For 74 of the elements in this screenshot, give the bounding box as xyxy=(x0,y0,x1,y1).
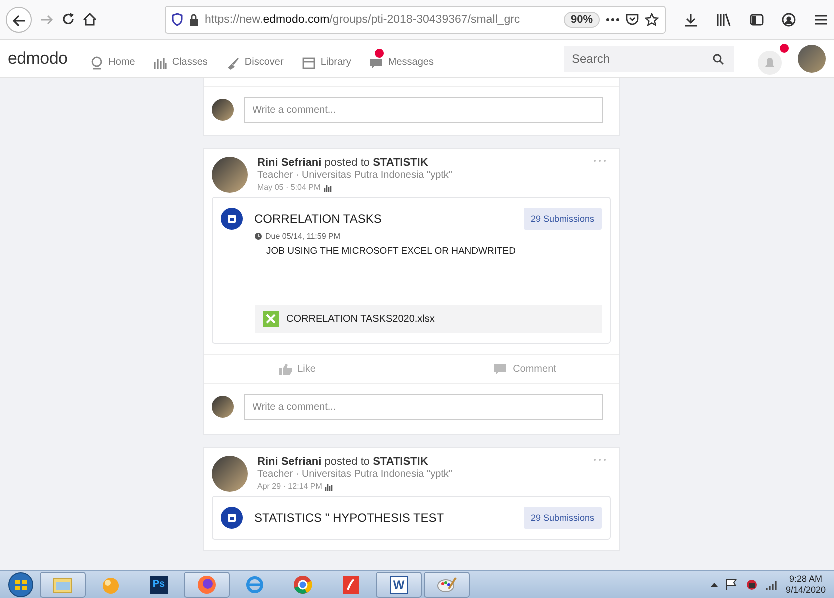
post-author-line: Rini Sefriani posted to STATISTIK xyxy=(258,456,430,468)
url-text: https://new.edmodo.com/groups/pti-2018-30439367/small_grc xyxy=(205,14,522,26)
pocket-icon[interactable] xyxy=(626,14,639,26)
download-icon[interactable] xyxy=(684,12,698,26)
chevron-up-icon[interactable] xyxy=(710,582,718,587)
shield-icon xyxy=(172,13,183,26)
taskbar-app-button[interactable] xyxy=(424,572,470,598)
document-icon xyxy=(342,574,360,594)
menu-icon[interactable] xyxy=(814,14,828,26)
nav-item[interactable]: Classes xyxy=(153,48,208,70)
due-date: Due 05/14, 11:59 PM xyxy=(266,232,341,241)
post-time: Apr 29 · 12:14 PM xyxy=(258,482,322,491)
nav-item[interactable]: Library xyxy=(302,48,352,70)
firefox-icon xyxy=(197,574,217,594)
avatar xyxy=(212,157,248,193)
nav-item[interactable]: Discover xyxy=(226,48,284,70)
signal-icon[interactable] xyxy=(766,580,778,590)
spreadsheet-icon xyxy=(262,311,278,327)
paint-palette-icon xyxy=(437,574,457,594)
nav-item[interactable]: Home xyxy=(90,48,136,70)
author-role: Teacher · Universitas Putra Indonesia "yptk" xyxy=(258,170,452,181)
assignment-icon xyxy=(220,507,242,529)
word-icon: W xyxy=(390,576,408,594)
submissions-button[interactable]: 29 Submissions xyxy=(524,208,602,230)
post-author-line: Rini Sefriani posted to STATISTIK xyxy=(258,157,430,169)
star-icon[interactable] xyxy=(645,13,659,26)
taskbar-app-button[interactable]: W xyxy=(376,572,422,598)
bell-icon xyxy=(765,56,775,68)
assignment-title[interactable]: STATISTICS " HYPOTHESIS TEST xyxy=(254,511,444,525)
avatar xyxy=(212,99,234,121)
post-time: May 05 · 5:04 PM xyxy=(258,183,321,192)
attachment-name: CORRELATION TASKS2020.xlsx xyxy=(286,314,435,324)
attachment-row[interactable]: CORRELATION TASKS2020.xlsx xyxy=(254,305,602,333)
search-field[interactable]: Search xyxy=(564,46,734,72)
clock[interactable]: 9:28 AM 9/14/2020 xyxy=(786,574,826,596)
thumbs-up-icon xyxy=(278,364,292,374)
nav-item[interactable]: Messages xyxy=(369,48,434,70)
reload-button[interactable] xyxy=(62,13,75,26)
back-button[interactable] xyxy=(6,6,32,32)
comment-field[interactable]: Write a comment... xyxy=(244,97,602,123)
more-icon[interactable] xyxy=(606,18,620,22)
chrome-icon xyxy=(293,574,313,594)
library-icon xyxy=(302,56,316,70)
e-logo-icon xyxy=(245,574,265,594)
lock-icon xyxy=(189,14,199,26)
classes-icon xyxy=(153,56,168,70)
speech-bubble-icon xyxy=(493,363,508,375)
avatar xyxy=(212,396,234,418)
account-icon[interactable] xyxy=(782,12,796,26)
assignment-description: JOB USING THE MICROSOFT EXCEL OR HANDWRITED xyxy=(266,246,517,257)
assignment-title[interactable]: CORRELATION TASKS xyxy=(254,212,382,226)
tray-app-icon[interactable] xyxy=(746,578,758,590)
avatar xyxy=(212,456,248,492)
taskbar-app-button[interactable] xyxy=(184,572,230,598)
address-bar[interactable]: https://new.edmodo.com/groups/pti-2018-30439367/small_grc 90% xyxy=(165,6,666,34)
clock-icon xyxy=(254,233,262,240)
folder-icon xyxy=(53,576,73,594)
avatar[interactable] xyxy=(798,44,826,72)
photoshop-icon: Ps xyxy=(150,576,168,594)
home-button[interactable] xyxy=(83,13,97,26)
comment-button[interactable]: Comment xyxy=(431,355,618,383)
edmodo-logo[interactable]: edmodo xyxy=(8,48,68,68)
comment-field[interactable]: Write a comment... xyxy=(244,394,602,420)
assignment-icon xyxy=(220,208,242,230)
library-icon[interactable] xyxy=(716,13,732,26)
flag-icon[interactable] xyxy=(726,579,738,590)
zoom-level[interactable]: 90% xyxy=(564,12,600,28)
submissions-button[interactable]: 29 Submissions xyxy=(524,507,602,529)
author-role: Teacher · Universitas Putra Indonesia "yptk" xyxy=(258,469,452,480)
taskbar-app-button[interactable]: Ps xyxy=(136,572,182,598)
notifications-button[interactable] xyxy=(758,42,790,74)
search-icon xyxy=(713,54,724,64)
like-button[interactable]: Like xyxy=(204,355,391,383)
sidebar-icon[interactable] xyxy=(750,14,764,26)
